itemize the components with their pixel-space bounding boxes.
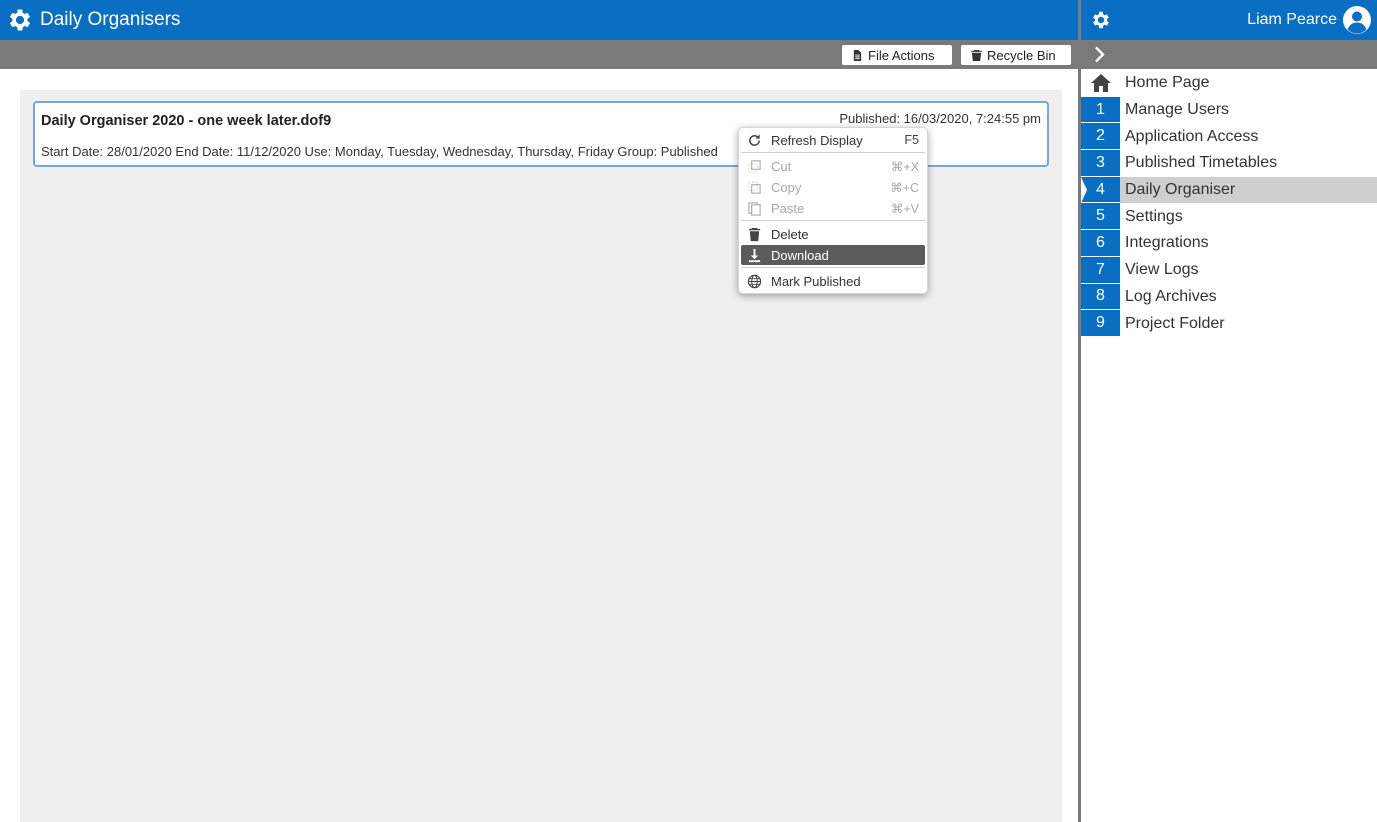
sidebar-item-number: 9 bbox=[1081, 310, 1120, 337]
main-pane: Daily Organisers File Actions Recycle Bi… bbox=[0, 0, 1078, 822]
trash-icon bbox=[748, 227, 761, 242]
home-icon-wrap bbox=[1081, 70, 1120, 97]
menu-separator bbox=[741, 152, 925, 153]
sidebar-item-label: Published Timetables bbox=[1125, 154, 1278, 172]
menu-label: Mark Published bbox=[771, 273, 861, 289]
published-timestamp: Published: 16/03/2020, 7:24:55 pm bbox=[839, 111, 1041, 126]
file-actions-button[interactable]: File Actions bbox=[842, 45, 952, 65]
user-name[interactable]: Liam Pearce bbox=[1247, 11, 1337, 29]
sidebar-item-application-access[interactable]: 2 Application Access bbox=[1081, 123, 1377, 151]
gear-icon[interactable] bbox=[1090, 9, 1112, 31]
sidebar-item-published-timetables[interactable]: 3 Published Timetables bbox=[1081, 150, 1377, 177]
sidebar-toolbar bbox=[1081, 40, 1377, 69]
sidebar-item-home[interactable]: Home Page bbox=[1081, 70, 1377, 97]
globe-icon bbox=[747, 274, 762, 289]
sidebar-item-number: 7 bbox=[1081, 256, 1120, 284]
home-icon bbox=[1090, 74, 1111, 93]
toolbar: File Actions Recycle Bin bbox=[0, 40, 1078, 69]
user-avatar-icon[interactable] bbox=[1342, 5, 1372, 35]
recycle-bin-button[interactable]: Recycle Bin bbox=[961, 45, 1071, 65]
sidebar-item-number: 3 bbox=[1081, 150, 1120, 177]
sidebar-item-number: 1 bbox=[1081, 96, 1120, 124]
sidebar-item-daily-organiser[interactable]: 4 Daily Organiser bbox=[1081, 176, 1377, 204]
menu-label: Delete bbox=[771, 226, 809, 242]
sidebar-nav: Home Page 1 Manage Users 2 Application A… bbox=[1081, 70, 1377, 337]
app-header: Daily Organisers bbox=[0, 0, 1078, 40]
file-actions-label: File Actions bbox=[868, 47, 935, 63]
sidebar-header: Liam Pearce bbox=[1081, 0, 1377, 40]
sidebar-item-label: Project Folder bbox=[1125, 314, 1225, 332]
sidebar-item-log-archives[interactable]: 8 Log Archives bbox=[1081, 283, 1377, 311]
chevron-right-icon[interactable] bbox=[1093, 46, 1107, 63]
context-menu: Refresh Display F5 Cut ⌘+X Copy ⌘+C Past… bbox=[738, 127, 928, 294]
sidebar-item-label: Home Page bbox=[1125, 74, 1210, 92]
sidebar: Liam Pearce Home Page 1 Manage Users 2 A… bbox=[1081, 0, 1377, 822]
sidebar-item-label: Manage Users bbox=[1125, 101, 1230, 119]
menu-shortcut: F5 bbox=[904, 133, 919, 147]
sidebar-item-view-logs[interactable]: 7 View Logs bbox=[1081, 256, 1377, 284]
menu-item-copy[interactable]: Copy ⌘+C bbox=[741, 177, 925, 197]
sidebar-item-integrations[interactable]: 6 Integrations bbox=[1081, 230, 1377, 257]
menu-item-mark-published[interactable]: Mark Published bbox=[741, 271, 925, 291]
menu-separator bbox=[741, 220, 925, 221]
menu-item-download[interactable]: Download bbox=[741, 245, 925, 265]
cut-icon bbox=[748, 160, 761, 173]
sidebar-item-label: Settings bbox=[1125, 207, 1183, 225]
sidebar-item-number: 6 bbox=[1081, 230, 1120, 257]
sidebar-item-label: Log Archives bbox=[1125, 287, 1217, 305]
sidebar-item-settings[interactable]: 5 Settings bbox=[1081, 203, 1377, 231]
menu-label: Download bbox=[771, 247, 829, 263]
sidebar-item-number: 5 bbox=[1081, 203, 1120, 231]
sidebar-item-label: Daily Organiser bbox=[1125, 181, 1236, 199]
sidebar-item-label: View Logs bbox=[1125, 261, 1199, 279]
copy-icon bbox=[748, 181, 761, 194]
document-icon bbox=[853, 49, 862, 61]
download-icon bbox=[748, 248, 761, 263]
sidebar-item-number: 4 bbox=[1081, 176, 1120, 204]
sidebar-item-project-folder[interactable]: 9 Project Folder bbox=[1081, 310, 1377, 337]
sidebar-item-label: Integrations bbox=[1125, 234, 1209, 252]
menu-label: Refresh Display bbox=[771, 132, 863, 148]
refresh-icon bbox=[749, 134, 760, 146]
recycle-bin-label: Recycle Bin bbox=[987, 47, 1056, 63]
trash-icon bbox=[971, 49, 982, 61]
file-meta: Start Date: 28/01/2020 End Date: 11/12/2… bbox=[41, 144, 718, 159]
menu-item-cut[interactable]: Cut ⌘+X bbox=[741, 156, 925, 176]
sidebar-item-number: 8 bbox=[1081, 283, 1120, 311]
menu-item-paste[interactable]: Paste ⌘+V bbox=[741, 198, 925, 218]
gear-icon[interactable] bbox=[6, 6, 34, 34]
menu-item-refresh[interactable]: Refresh Display F5 bbox=[741, 130, 925, 150]
page-title: Daily Organisers bbox=[40, 9, 181, 30]
sidebar-item-manage-users[interactable]: 1 Manage Users bbox=[1081, 96, 1377, 124]
menu-separator bbox=[741, 267, 925, 268]
menu-item-delete[interactable]: Delete bbox=[741, 224, 925, 244]
file-name: Daily Organiser 2020 - one week later.do… bbox=[41, 113, 332, 129]
menu-label: Cut bbox=[771, 158, 792, 174]
menu-label: Copy bbox=[771, 179, 802, 195]
menu-shortcut: ⌘+X bbox=[890, 159, 919, 174]
menu-shortcut: ⌘+C bbox=[890, 180, 919, 195]
sidebar-item-label: Application Access bbox=[1125, 127, 1259, 145]
menu-shortcut: ⌘+V bbox=[890, 201, 919, 216]
menu-label: Paste bbox=[771, 200, 805, 216]
sidebar-item-number: 2 bbox=[1081, 123, 1120, 151]
paste-icon bbox=[748, 202, 761, 216]
